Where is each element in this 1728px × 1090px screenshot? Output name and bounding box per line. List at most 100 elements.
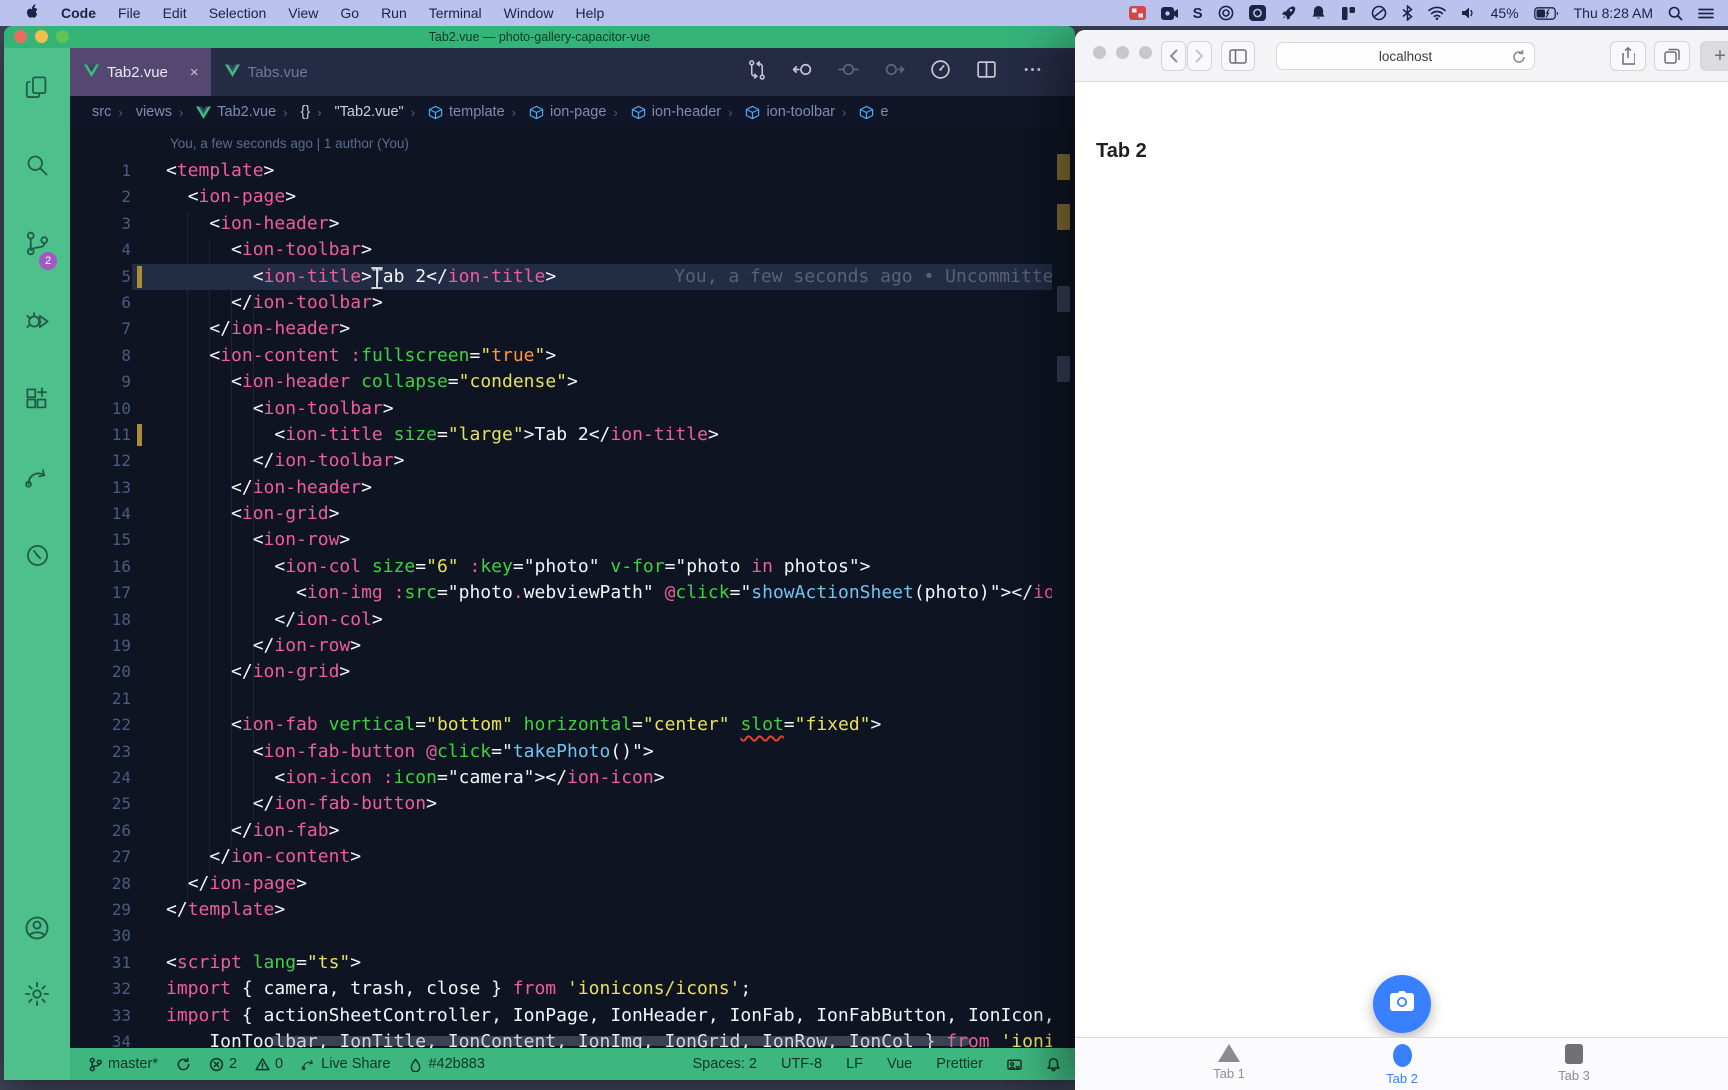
code-line[interactable]: 19 </ion-row> (70, 633, 1075, 659)
status-sync[interactable] (176, 1057, 191, 1072)
back-button[interactable] (1161, 41, 1186, 71)
status-live-share[interactable]: Live Share (301, 1056, 390, 1072)
editor-tab-tab2-vue[interactable]: Tab2.vue× (70, 48, 211, 96)
status-prettier[interactable]: Prettier (936, 1056, 983, 1072)
menu-clock[interactable]: Thu 8:28 AM (1574, 5, 1653, 21)
status-feedback[interactable] (1007, 1057, 1022, 1072)
breadcrumb-item[interactable]: src (92, 104, 111, 120)
status-spaces-2[interactable]: Spaces: 2 (692, 1056, 757, 1072)
vscode-title-bar[interactable]: Tab2.vue — photo-gallery-capacitor-vue (4, 26, 1075, 48)
forward-button[interactable] (1187, 41, 1212, 71)
code-line[interactable]: 10 <ion-toolbar> (70, 396, 1075, 422)
status-error[interactable]: 2 (209, 1056, 237, 1072)
breadcrumb-item[interactable]: ›{} (276, 104, 310, 120)
code-line[interactable]: 12 </ion-toolbar> (70, 448, 1075, 474)
horizontal-scrollbar[interactable] (270, 1036, 970, 1046)
minimize-window-button[interactable] (35, 30, 48, 43)
ion-tab-tab-3[interactable]: Tab 3 (1534, 1044, 1614, 1083)
activity-item-account[interactable] (15, 904, 59, 956)
close-icon[interactable]: × (190, 64, 199, 81)
address-url[interactable]: localhost (1379, 49, 1432, 64)
breadcrumb-item[interactable]: ›e (835, 104, 888, 120)
maximize-window-button[interactable] (56, 30, 69, 43)
close-window-button[interactable] (14, 30, 27, 43)
sidebar-toggle-icon[interactable] (1221, 41, 1255, 71)
code-line[interactable]: 7 </ion-header> (70, 316, 1075, 342)
menu-item-view[interactable]: View (277, 5, 329, 21)
tab-overview-icon[interactable] (1654, 41, 1690, 71)
split-editor-icon[interactable] (976, 59, 997, 85)
breadcrumb-item[interactable]: ›views (111, 104, 172, 120)
activity-item-debug[interactable] (15, 298, 59, 350)
code-line[interactable]: 18 </ion-col> (70, 607, 1075, 633)
code-line[interactable]: 22 <ion-fab vertical="bottom" horizontal… (70, 712, 1075, 738)
status-git-branch[interactable]: master* (88, 1056, 158, 1072)
reload-icon[interactable] (1512, 49, 1526, 68)
address-bar[interactable]: localhost (1276, 42, 1535, 70)
code-line[interactable]: 4 <ion-toolbar> (70, 237, 1075, 263)
shush-icon[interactable]: S (1193, 5, 1203, 22)
maximize-window-button[interactable] (1139, 46, 1152, 59)
status-bell[interactable] (1046, 1057, 1061, 1072)
activity-item-source-control[interactable]: 2 (15, 220, 59, 272)
code-line[interactable]: 33import { actionSheetController, IonPag… (70, 1003, 1075, 1029)
code-line[interactable]: 31<script lang="ts"> (70, 950, 1075, 976)
menu-item-selection[interactable]: Selection (198, 5, 278, 21)
code-line[interactable]: 16 <ion-col size="6" :key="photo" v-for=… (70, 554, 1075, 580)
breadcrumb-item[interactable]: ›template (404, 104, 505, 120)
menu-item-file[interactable]: File (107, 5, 152, 21)
compare-icon[interactable] (746, 59, 767, 85)
nav-dot-icon[interactable] (838, 59, 859, 85)
activity-item-live-share[interactable] (15, 454, 59, 506)
code-line[interactable]: 5 <ion-title>Tab 2</ion-title>You, a few… (70, 264, 1075, 290)
editor-tab-tabs-vue[interactable]: Tabs.vue (211, 48, 393, 96)
camcorder-icon[interactable] (1161, 7, 1178, 20)
breadcrumb-item[interactable]: ›Tab2.vue (172, 104, 276, 120)
code-line[interactable]: 17 <ion-img :src="photo.webviewPath" @cl… (70, 580, 1075, 606)
menu-item-edit[interactable]: Edit (152, 5, 198, 21)
code-line[interactable]: 25 </ion-fab-button> (70, 791, 1075, 817)
status-utf-8[interactable]: UTF-8 (781, 1056, 822, 1072)
apple-menu-icon[interactable] (14, 3, 50, 23)
breadcrumb[interactable]: src›views›Tab2.vue›{}›"Tab2.vue"›templat… (70, 96, 1075, 128)
code-line[interactable]: 14 <ion-grid> (70, 501, 1075, 527)
do-not-disturb-icon[interactable] (1371, 5, 1387, 21)
code-line[interactable]: 30 (70, 923, 1075, 949)
code-line[interactable]: 9 <ion-header collapse="condense"> (70, 369, 1075, 395)
menu-item-help[interactable]: Help (564, 5, 615, 21)
rocket-icon[interactable] (1281, 5, 1296, 21)
gitlens-authors-codelens[interactable]: You, a few seconds ago | 1 author (You) (170, 136, 409, 151)
nav-back-icon[interactable] (792, 59, 813, 85)
menu-item-app[interactable]: Code (50, 5, 107, 21)
film-icon[interactable] (1129, 6, 1146, 20)
code-line[interactable]: 24 <ion-icon :icon="camera"></ion-icon> (70, 765, 1075, 791)
activity-item-files[interactable] (15, 64, 59, 116)
code-line[interactable]: 20 </ion-grid> (70, 659, 1075, 685)
minimap[interactable] (1052, 128, 1075, 1048)
ion-tab-tab-1[interactable]: Tab 1 (1189, 1044, 1269, 1081)
activity-item-settings[interactable] (15, 970, 59, 1022)
code-line[interactable]: 8 <ion-content :fullscreen="true"> (70, 343, 1075, 369)
breadcrumb-item[interactable]: ›ion-page (505, 104, 607, 120)
bluetooth-icon[interactable] (1402, 5, 1413, 21)
close-window-button[interactable] (1093, 46, 1106, 59)
status-paint[interactable]: #42b883 (408, 1056, 484, 1072)
window-manager-icon[interactable] (1341, 6, 1356, 21)
status-vue[interactable]: Vue (887, 1056, 912, 1072)
menu-item-window[interactable]: Window (493, 5, 565, 21)
code-line[interactable]: 1<template> (70, 158, 1075, 184)
code-line[interactable]: 15 <ion-row> (70, 527, 1075, 553)
wifi-icon[interactable] (1428, 6, 1446, 20)
breadcrumb-item[interactable]: ›ion-toolbar (721, 104, 835, 120)
run-clock-icon[interactable] (930, 59, 951, 85)
status-lf[interactable]: LF (846, 1056, 863, 1072)
breadcrumb-item[interactable]: ›ion-header (606, 104, 721, 120)
code-line[interactable]: 28 </ion-page> (70, 871, 1075, 897)
code-line[interactable]: 21 (70, 686, 1075, 712)
status-warning[interactable]: 0 (255, 1056, 283, 1072)
code-line[interactable]: 13 </ion-header> (70, 475, 1075, 501)
menu-item-go[interactable]: Go (329, 5, 370, 21)
notification-bell-icon[interactable] (1311, 5, 1326, 21)
menu-item-terminal[interactable]: Terminal (418, 5, 493, 21)
activity-item-history[interactable] (15, 532, 59, 584)
